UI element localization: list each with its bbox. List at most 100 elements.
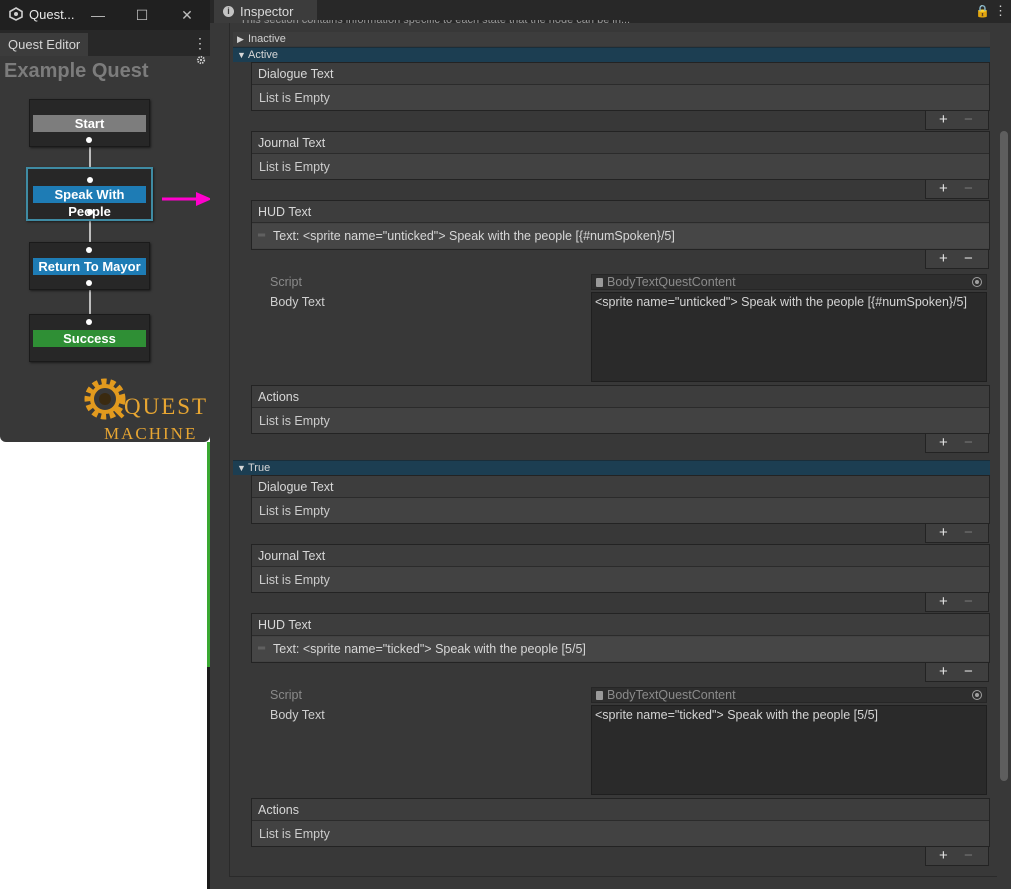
script-field[interactable]: BodyTextQuestContent bbox=[591, 687, 987, 703]
object-picker-icon[interactable] bbox=[972, 690, 982, 700]
list-header[interactable]: Dialogue Text bbox=[252, 476, 989, 498]
node-speak-with-people[interactable]: Speak With People bbox=[26, 167, 153, 221]
add-item-button[interactable]: + bbox=[939, 663, 948, 680]
pointer-arrow-icon bbox=[162, 192, 210, 206]
add-item-button[interactable]: + bbox=[939, 524, 948, 541]
node-connector bbox=[89, 146, 91, 168]
node-label: Speak With People bbox=[33, 186, 146, 219]
collapsed-triangle-icon: ▶ bbox=[237, 34, 244, 44]
list-add-remove: + − bbox=[925, 524, 989, 543]
gear-icon[interactable] bbox=[196, 55, 206, 65]
journal-text-list: Journal Text List is Empty bbox=[251, 544, 990, 593]
info-icon: i bbox=[223, 6, 234, 17]
list-empty-text: List is Empty bbox=[259, 504, 330, 518]
list-add-remove: + − bbox=[925, 593, 989, 612]
quest-editor-window: Quest... — ☐ ✕ Quest Editor ⋮ Example Qu… bbox=[0, 0, 210, 442]
tab-menu-icon[interactable]: ⋮ bbox=[193, 35, 207, 52]
minimize-button[interactable]: — bbox=[88, 5, 108, 25]
remove-item-button[interactable]: − bbox=[964, 524, 973, 541]
node-input-port[interactable] bbox=[86, 319, 92, 325]
node-output-port[interactable] bbox=[86, 137, 92, 143]
list-header[interactable]: Journal Text bbox=[252, 545, 989, 567]
foldout-true[interactable]: ▼ True bbox=[233, 460, 990, 475]
node-input-port[interactable] bbox=[86, 247, 92, 253]
node-success[interactable]: Success bbox=[29, 314, 150, 362]
list-empty-text: List is Empty bbox=[259, 827, 330, 841]
node-label: Success bbox=[33, 330, 146, 347]
list-header[interactable]: Actions bbox=[252, 799, 989, 821]
panel-border bbox=[229, 23, 230, 876]
node-label: Start bbox=[33, 115, 146, 132]
scrollbar-thumb[interactable] bbox=[1000, 131, 1008, 781]
script-field[interactable]: BodyTextQuestContent bbox=[591, 274, 987, 290]
remove-item-button[interactable]: − bbox=[964, 180, 973, 197]
list-empty-text: List is Empty bbox=[259, 160, 330, 174]
add-item-button[interactable]: + bbox=[939, 593, 948, 610]
remove-item-button[interactable]: − bbox=[964, 663, 973, 680]
logo-text-quest: QUEST bbox=[124, 394, 208, 419]
quest-machine-logo: QUEST MACHINE bbox=[84, 378, 208, 442]
node-output-port[interactable] bbox=[87, 209, 93, 215]
script-value: BodyTextQuestContent bbox=[607, 688, 736, 702]
remove-item-button[interactable]: − bbox=[964, 847, 973, 864]
body-text-label: Body Text bbox=[270, 708, 325, 722]
hud-text-list: HUD Text ═ Text: <sprite name="ticked"> … bbox=[251, 613, 990, 663]
list-item-text: Text: <sprite name="unticked"> Speak wit… bbox=[273, 229, 675, 243]
list-add-remove: + − bbox=[925, 180, 989, 199]
drag-handle-icon[interactable]: ═ bbox=[258, 224, 265, 248]
list-empty-text: List is Empty bbox=[259, 91, 330, 105]
foldout-active[interactable]: ▼ Active bbox=[233, 47, 990, 62]
body-text-area[interactable]: <sprite name="unticked"> Speak with the … bbox=[591, 292, 987, 382]
add-item-button[interactable]: + bbox=[939, 250, 948, 267]
remove-item-button[interactable]: − bbox=[964, 593, 973, 610]
expanded-triangle-icon: ▼ bbox=[237, 463, 246, 473]
object-picker-icon[interactable] bbox=[972, 277, 982, 287]
inspector-menu-icon[interactable]: ⋮ bbox=[994, 3, 1007, 19]
lock-icon[interactable]: 🔒 bbox=[975, 4, 990, 18]
remove-item-button[interactable]: − bbox=[964, 111, 973, 128]
list-header[interactable]: HUD Text bbox=[252, 201, 989, 223]
list-header[interactable]: Actions bbox=[252, 386, 989, 408]
window-title: Quest... bbox=[29, 7, 75, 22]
tab-quest-editor[interactable]: Quest Editor bbox=[0, 33, 88, 56]
list-item[interactable]: ═ Text: <sprite name="ticked"> Speak wit… bbox=[252, 637, 989, 661]
node-start[interactable]: Start bbox=[29, 99, 150, 147]
script-label: Script bbox=[270, 275, 302, 289]
list-add-remove: + − bbox=[925, 250, 989, 269]
foldout-label: Active bbox=[248, 49, 278, 61]
add-item-button[interactable]: + bbox=[939, 434, 948, 451]
window-titlebar[interactable]: Quest... — ☐ ✕ bbox=[0, 0, 210, 30]
tab-label: Inspector bbox=[240, 4, 294, 19]
list-empty-text: List is Empty bbox=[259, 414, 330, 428]
maximize-button[interactable]: ☐ bbox=[132, 5, 152, 25]
node-output-port[interactable] bbox=[86, 280, 92, 286]
body-text-label: Body Text bbox=[270, 295, 325, 309]
foldout-label: Inactive bbox=[248, 33, 286, 45]
list-add-remove: + − bbox=[925, 847, 989, 866]
add-item-button[interactable]: + bbox=[939, 180, 948, 197]
drag-handle-icon[interactable]: ═ bbox=[258, 637, 265, 661]
actions-list: Actions List is Empty bbox=[251, 798, 990, 847]
close-button[interactable]: ✕ bbox=[177, 5, 197, 25]
node-input-port[interactable] bbox=[87, 177, 93, 183]
remove-item-button[interactable]: − bbox=[964, 250, 973, 267]
list-header[interactable]: Journal Text bbox=[252, 132, 989, 154]
script-value: BodyTextQuestContent bbox=[607, 275, 736, 289]
state-info-text: This section contains information specif… bbox=[240, 20, 631, 26]
unity-logo-icon bbox=[9, 7, 23, 21]
add-item-button[interactable]: + bbox=[939, 111, 948, 128]
remove-item-button[interactable]: − bbox=[964, 434, 973, 451]
body-text-area[interactable]: <sprite name="ticked"> Speak with the pe… bbox=[591, 705, 987, 795]
list-add-remove: + − bbox=[925, 434, 989, 453]
script-label: Script bbox=[270, 688, 302, 702]
inspector-window: i Inspector 🔒 ⋮ This section contains in… bbox=[210, 0, 1011, 889]
logo-text-machine: MACHINE bbox=[104, 424, 197, 442]
list-item[interactable]: ═ Text: <sprite name="unticked"> Speak w… bbox=[252, 224, 989, 248]
node-return-to-mayor[interactable]: Return To Mayor bbox=[29, 242, 150, 290]
foldout-label: True bbox=[248, 462, 271, 474]
list-header[interactable]: Dialogue Text bbox=[252, 63, 989, 85]
add-item-button[interactable]: + bbox=[939, 847, 948, 864]
dialogue-text-list: Dialogue Text List is Empty bbox=[251, 62, 990, 111]
list-header[interactable]: HUD Text bbox=[252, 614, 989, 636]
foldout-inactive[interactable]: ▶ Inactive bbox=[233, 32, 990, 46]
